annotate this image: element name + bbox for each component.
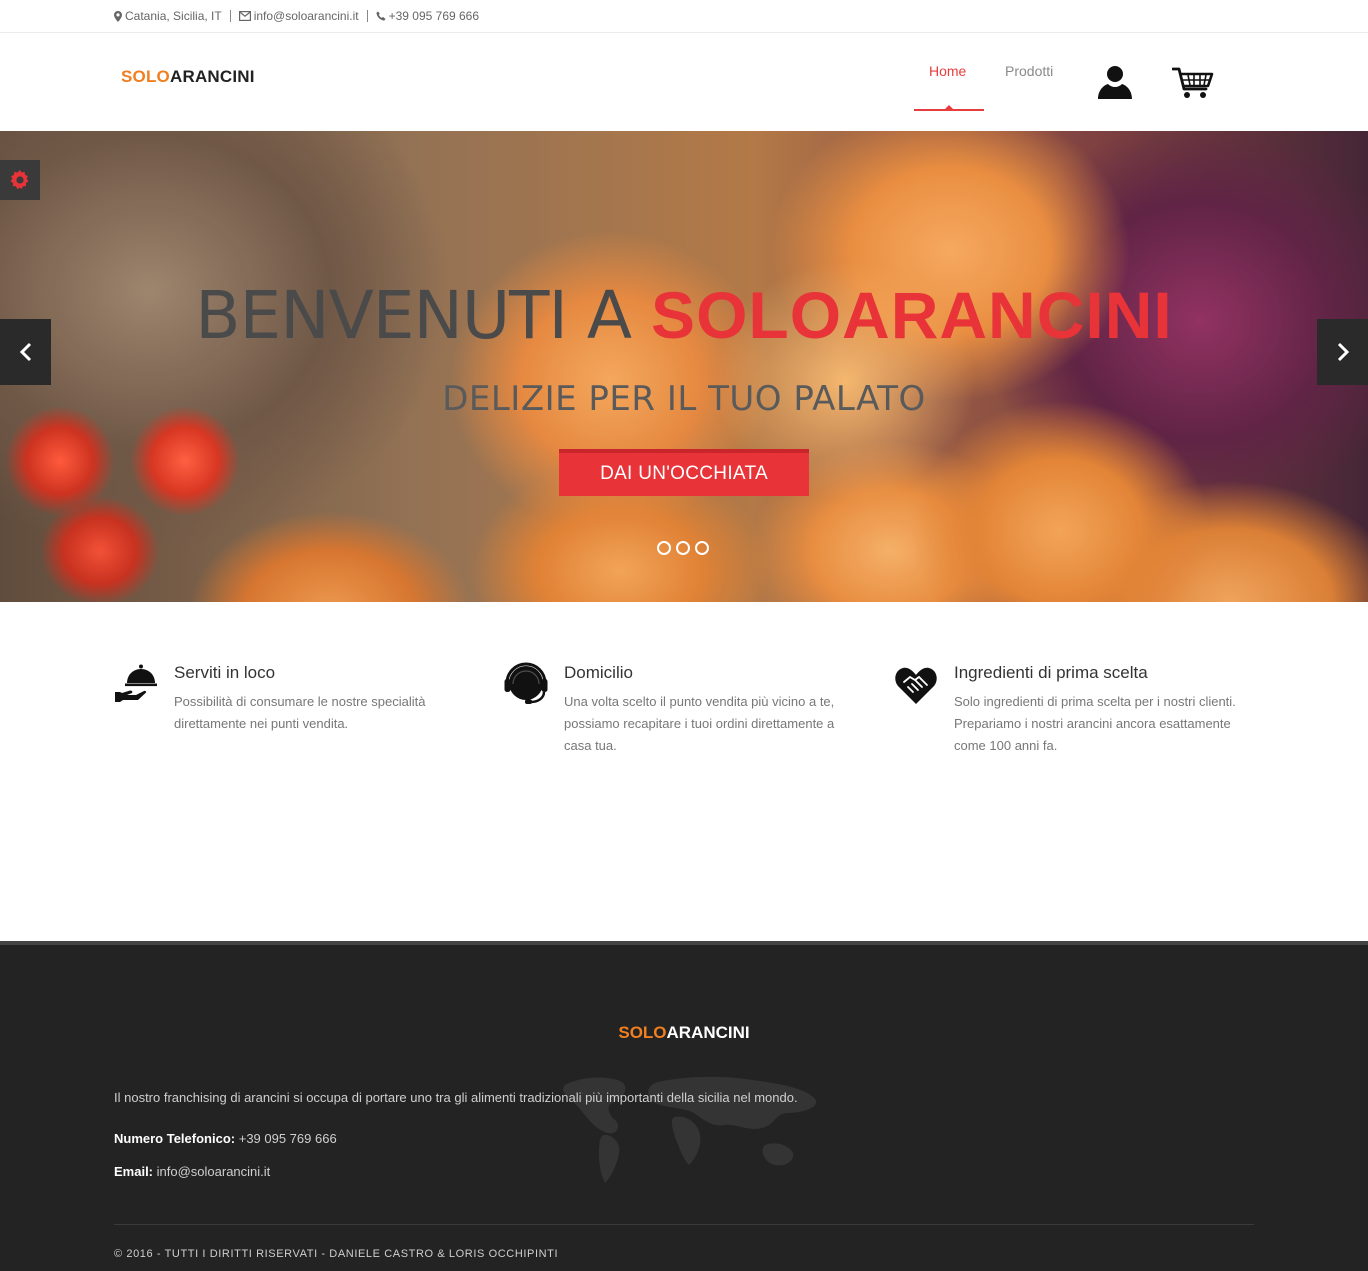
- email-text[interactable]: info@soloarancini.it: [254, 9, 359, 23]
- hero-background-image: [0, 131, 1368, 602]
- serving-tray-icon: [115, 664, 157, 702]
- nav-item-prodotti[interactable]: Prodotti: [1005, 63, 1053, 79]
- nav-item-home[interactable]: Home: [929, 63, 966, 79]
- logo-arancini: ARANCINI: [169, 67, 255, 86]
- divider: [229, 10, 231, 22]
- footer-description: Il nostro franchising di arancini si occ…: [114, 1090, 798, 1105]
- active-nav-underline: [914, 109, 984, 111]
- hero-subtitle: DELIZIE PER IL TUO PALATO: [442, 379, 926, 419]
- carousel-dot[interactable]: [676, 541, 690, 555]
- carousel-dot[interactable]: [657, 541, 671, 555]
- logo-solo: SOLO: [121, 67, 170, 86]
- footer-divider: [114, 1224, 1254, 1225]
- hero-title-brand: SOLOARANCINI: [651, 278, 1173, 352]
- site-header: SOLOARANCINI Home Prodotti: [0, 33, 1368, 131]
- feature-description: Solo ingredienti di prima scelta per i n…: [954, 694, 1236, 753]
- phone-icon: [376, 11, 386, 21]
- phone-text[interactable]: +39 095 769 666: [389, 9, 479, 23]
- hero-title: BENVENUTI A SOLOARANCINI: [0, 277, 1368, 354]
- envelope-icon: [238, 11, 251, 21]
- logo-arancini: ARANCINI: [666, 1023, 750, 1042]
- contact-strip: Catania, Sicilia, IT info@soloarancini.i…: [114, 9, 479, 23]
- world-map-icon: [563, 1076, 817, 1183]
- map-marker-icon: [114, 10, 122, 22]
- location-text: Catania, Sicilia, IT: [125, 9, 222, 23]
- settings-toggle[interactable]: [0, 160, 40, 200]
- footer-logo[interactable]: SOLOARANCINI: [0, 1023, 1368, 1043]
- email-item[interactable]: info@soloarancini.it: [238, 9, 359, 23]
- footer-email-value[interactable]: info@soloarancini.it: [153, 1164, 271, 1179]
- user-icon[interactable]: [1096, 65, 1134, 99]
- phone-item[interactable]: +39 095 769 666: [376, 9, 479, 23]
- site-logo[interactable]: SOLOARANCINI: [121, 67, 255, 87]
- hero-carousel: BENVENUTI A SOLOARANCINI DELIZIE PER IL …: [0, 131, 1368, 602]
- location-item: Catania, Sicilia, IT: [114, 9, 222, 23]
- cart-icon[interactable]: [1172, 66, 1214, 100]
- top-info-bar: Catania, Sicilia, IT info@soloarancini.i…: [0, 0, 1368, 33]
- footer-email-label: Email:: [114, 1164, 154, 1179]
- headset-icon: [504, 662, 548, 704]
- gear-icon: [10, 170, 29, 189]
- carousel-dot[interactable]: [695, 541, 709, 555]
- feature-title: Ingredienti di prima scelta: [954, 663, 1148, 682]
- footer-email: Email: info@soloarancini.it: [114, 1164, 270, 1179]
- footer-phone-label: Numero Telefonico:: [114, 1131, 236, 1146]
- feature-title: Domicilio: [564, 663, 633, 682]
- carousel-indicators: [657, 541, 714, 555]
- handshake-heart-icon: [895, 667, 937, 704]
- hero-title-welcome: BENVENUTI A: [195, 277, 652, 354]
- feature-title: Serviti in loco: [174, 663, 276, 682]
- logo-solo: SOLO: [618, 1023, 667, 1042]
- copyright-text: © 2016 - TUTTI I DIRITTI RISERVATI - DAN…: [114, 1248, 559, 1260]
- footer-phone-value[interactable]: +39 095 769 666: [235, 1131, 337, 1146]
- feature-description: Possibilità di consumare le nostre speci…: [174, 694, 426, 731]
- divider: [366, 10, 368, 22]
- feature-description: Una volta scelto il punto vendita più vi…: [564, 694, 835, 753]
- footer-phone: Numero Telefonico: +39 095 769 666: [114, 1131, 337, 1146]
- site-footer: SOLOARANCINI Il nostro franchising di ar…: [0, 941, 1368, 1271]
- hero-cta-button[interactable]: DAI UN'OCCHIATA: [559, 449, 809, 496]
